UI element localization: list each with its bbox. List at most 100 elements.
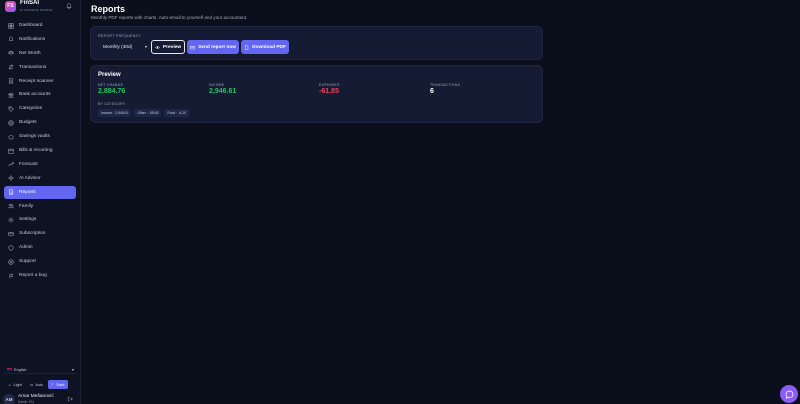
page-subtitle: Monthly PDF reports with charts. Auto-em… <box>91 15 248 20</box>
sidebar-item-categories[interactable]: Categories <box>4 102 76 115</box>
sidebar-item-label: Admin <box>19 245 33 251</box>
send-report-button[interactable]: Send report now <box>187 40 239 54</box>
brand-subtitle: AI FINANCE PORTAL <box>20 8 53 12</box>
sidebar-item-label: Settings <box>19 217 37 223</box>
users-icon <box>8 203 14 209</box>
logout-icon[interactable] <box>67 396 73 402</box>
preview-button-label: Preview <box>162 44 182 50</box>
user-profile[interactable]: AM Amar Mešanović Admin ·EU <box>3 393 77 404</box>
sidebar-item-transactions[interactable]: Transactions <box>4 61 76 74</box>
frequency-label: REPORT FREQUENCY <box>98 34 142 38</box>
mail-icon <box>190 45 195 49</box>
theme-auto-label: Auto <box>35 382 44 387</box>
theme-light-label: Light <box>13 382 22 387</box>
document-icon <box>9 189 14 195</box>
trend-icon <box>8 162 14 167</box>
swap-icon <box>8 64 14 70</box>
sidebar: FS FinSAI AI FINANCE PORTAL Dashboard Not… <box>0 0 81 404</box>
sidebar-item-forecast[interactable]: Forecast <box>4 158 76 171</box>
sidebar-item-settings[interactable]: Settings <box>4 213 76 226</box>
language-label: English <box>14 367 27 372</box>
category-chips: Income · 2,946.61 Other · -55.65 Food · … <box>98 109 189 117</box>
sidebar-item-subscription[interactable]: Subscription <box>4 227 76 240</box>
sidebar-item-label: Net Worth <box>19 50 41 56</box>
sparkle-icon <box>8 175 14 182</box>
metric-value: 6 <box>430 88 434 95</box>
bell-icon[interactable] <box>66 3 72 9</box>
flag-icon <box>7 368 12 371</box>
metric-label: TRANSACTIONS <box>430 83 461 87</box>
category-chip: Food · -6.20 <box>164 109 189 117</box>
sidebar-item-ai-advisor[interactable]: AI Advisor <box>4 172 76 185</box>
piggy-icon <box>8 134 14 140</box>
bank-icon <box>8 92 14 98</box>
sidebar-item-receipt-scanner[interactable]: Receipt scanner <box>4 75 76 88</box>
help-icon <box>8 258 14 265</box>
sidebar-nav: Dashboard Notifications Net Worth Transacti… <box>4 19 76 283</box>
brand-logo: FS <box>5 1 16 12</box>
sidebar-item-label: Support <box>19 259 36 265</box>
preview-title: Preview <box>98 72 121 78</box>
language-select[interactable]: English ▾ <box>4 366 76 374</box>
sidebar-item-admin[interactable]: Admin <box>4 241 76 254</box>
sidebar-item-label: Receipt scanner <box>19 78 54 84</box>
theme-switcher: ☼ Light ▭ Auto ☾ Dark <box>5 380 68 389</box>
frequency-select[interactable]: Monthly (30d) ▾ <box>98 40 150 54</box>
sidebar-item-support[interactable]: Support <box>4 255 76 268</box>
page-title: Reports <box>91 4 126 14</box>
sidebar-item-label: AI Advisor <box>19 175 41 181</box>
target-icon <box>8 120 14 126</box>
sidebar-item-report-a-bug[interactable]: Report a bug <box>4 269 76 282</box>
moon-icon: ☾ <box>51 383 55 387</box>
dashboard-icon <box>8 22 14 29</box>
download-pdf-button[interactable]: Download PDF <box>241 40 289 54</box>
theme-dark-button[interactable]: ☾ Dark <box>48 380 68 389</box>
scale-icon <box>8 50 14 56</box>
sidebar-item-net-worth[interactable]: Net Worth <box>4 47 76 60</box>
send-report-label: Send report now <box>198 44 236 50</box>
sidebar-item-dashboard[interactable]: Dashboard <box>4 19 76 32</box>
by-category-label: BY CATEGORY <box>98 102 126 106</box>
category-chip: Other · -55.65 <box>134 109 162 117</box>
receipt-icon <box>8 78 14 84</box>
sidebar-item-savings-vaults[interactable]: Savings vaults <box>4 130 76 143</box>
sidebar-item-label: Report a bug <box>19 273 47 279</box>
calendar-icon <box>8 148 14 154</box>
sidebar-item-family[interactable]: Family <box>4 200 76 213</box>
sidebar-item-budgets[interactable]: Budgets <box>4 116 76 129</box>
metric-label: EXPENSES <box>319 83 340 87</box>
sidebar-item-bills-and-recurring[interactable]: Bills & recurring <box>4 144 76 157</box>
sidebar-item-label: Categories <box>19 106 43 112</box>
metric-value: 2,884.76 <box>98 88 126 95</box>
sidebar-item-reports[interactable]: Reports <box>4 185 76 199</box>
chevron-down-icon: ▾ <box>71 367 74 372</box>
sidebar-item-notifications[interactable]: Notifications <box>4 33 76 46</box>
preview-button[interactable]: Preview <box>151 40 185 54</box>
bug-icon <box>9 273 13 278</box>
user-role: Admin ·EU <box>18 400 34 404</box>
bell-icon <box>8 37 14 42</box>
metric-label: NET CHANGE <box>98 83 124 87</box>
gear-icon <box>8 217 14 223</box>
file-icon <box>245 44 249 50</box>
report-controls-card: REPORT FREQUENCY Monthly (30d) ▾ Preview… <box>90 26 543 60</box>
brand-name: FinSAI <box>20 0 39 6</box>
metric-income: INCOME 2,946.61 <box>209 83 236 95</box>
sidebar-item-label: Subscription <box>19 231 46 237</box>
download-pdf-label: Download PDF <box>252 44 286 50</box>
metric-transactions: TRANSACTIONS 6 <box>430 83 460 95</box>
user-name: Amar Mešanović <box>18 394 54 399</box>
sidebar-item-label: Forecast <box>19 161 38 167</box>
sidebar-item-label: Savings vaults <box>19 134 50 140</box>
sidebar-item-label: Transactions <box>19 64 47 70</box>
metric-expenses: EXPENSES -61.85 <box>319 83 340 95</box>
sidebar-item-label: Notifications <box>19 36 46 42</box>
theme-light-button[interactable]: ☼ Light <box>5 380 25 389</box>
sidebar-item-label: Reports <box>19 189 36 195</box>
theme-dark-label: Dark <box>56 382 65 387</box>
chat-icon <box>785 390 793 399</box>
theme-auto-button[interactable]: ▭ Auto <box>27 380 46 389</box>
sidebar-item-bank-accounts[interactable]: Bank accounts <box>4 88 76 101</box>
sidebar-item-label: Budgets <box>19 120 37 126</box>
chat-button[interactable] <box>780 385 798 403</box>
